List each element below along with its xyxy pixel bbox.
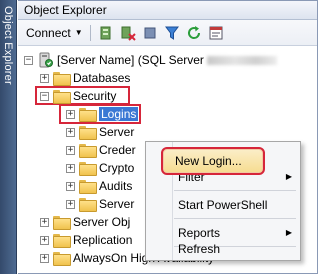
chevron-down-icon: ▼ xyxy=(74,28,83,37)
menu-separator xyxy=(174,190,296,191)
server-icon xyxy=(37,52,53,68)
redacted-version-text xyxy=(206,55,277,65)
chevron-right-icon: ▶ xyxy=(285,228,292,237)
crypto-label: Crypto xyxy=(99,161,135,175)
replication-label: Replication xyxy=(73,233,133,247)
tree-node-replication[interactable]: + Replication xyxy=(40,232,132,248)
refresh-icon[interactable] xyxy=(186,25,202,41)
folder-icon xyxy=(79,180,97,194)
side-tab-label: Object Explorer xyxy=(2,6,14,85)
connect-label: Connect xyxy=(26,25,71,40)
folder-icon xyxy=(79,108,97,122)
filter-icon[interactable] xyxy=(164,25,180,41)
server-objects-label: Server Obj xyxy=(73,215,131,229)
tree-node-security[interactable]: − Security xyxy=(40,88,116,104)
toolbar-separator xyxy=(89,24,91,41)
expand-icon[interactable]: + xyxy=(66,181,75,191)
tree-node-server-audit[interactable]: + Server xyxy=(66,196,134,212)
object-explorer-toolbar: Connect ▼ xyxy=(18,20,317,46)
server-audit-label: Server xyxy=(99,197,135,211)
audits-label: Audits xyxy=(99,179,133,193)
tree-node-logins[interactable]: + Logins xyxy=(66,106,139,122)
expand-icon[interactable]: + xyxy=(66,199,75,209)
databases-label: Databases xyxy=(73,71,131,85)
server-roles-label: Server xyxy=(99,125,135,139)
folder-icon xyxy=(53,90,71,104)
folder-icon xyxy=(53,234,71,248)
menu-separator xyxy=(174,218,296,219)
folder-icon xyxy=(79,144,97,158)
security-label: Security xyxy=(73,89,117,103)
stop-icon[interactable] xyxy=(142,25,158,41)
new-login-label: New Login... xyxy=(175,154,242,168)
menu-item-refresh[interactable]: Refresh xyxy=(178,240,220,258)
expand-icon[interactable]: + xyxy=(40,253,49,263)
menu-item-new-login[interactable]: New Login... xyxy=(161,147,265,175)
collapse-icon[interactable]: − xyxy=(24,55,33,65)
folder-icon xyxy=(53,72,71,86)
folder-icon xyxy=(79,126,97,140)
folder-icon xyxy=(79,162,97,176)
expand-icon[interactable]: + xyxy=(66,109,75,119)
expand-icon[interactable]: + xyxy=(40,73,49,83)
tree-node-audits[interactable]: + Audits xyxy=(66,178,132,194)
tree-node-credentials[interactable]: + Creder xyxy=(66,142,136,158)
expand-icon[interactable]: + xyxy=(66,127,75,137)
tree-node-server-roles[interactable]: + Server xyxy=(66,124,134,140)
start-powershell-label: Start PowerShell xyxy=(178,198,268,212)
expand-icon[interactable]: + xyxy=(40,235,49,245)
tree-node-server-objects[interactable]: + Server Obj xyxy=(40,214,130,230)
connect-button[interactable]: Connect ▼ xyxy=(26,26,83,40)
tree-node-crypto[interactable]: + Crypto xyxy=(66,160,134,176)
refresh-label: Refresh xyxy=(178,242,221,256)
tree-node-databases[interactable]: + Databases xyxy=(40,70,130,86)
disconnect-icon[interactable] xyxy=(120,25,136,41)
server-label: [Server Name] (SQL Server xyxy=(57,53,204,67)
connect-server-icon[interactable] xyxy=(98,25,114,41)
expand-icon[interactable]: + xyxy=(66,163,75,173)
expand-icon[interactable]: + xyxy=(40,217,49,227)
summary-icon[interactable] xyxy=(208,25,224,41)
logins-label: Logins xyxy=(99,107,139,121)
folder-icon xyxy=(53,252,71,266)
panel-title: Object Explorer xyxy=(18,1,317,20)
folder-icon xyxy=(53,216,71,230)
object-explorer-side-tab[interactable]: Object Explorer xyxy=(0,0,17,274)
reports-label: Reports xyxy=(178,226,221,240)
expand-icon[interactable]: + xyxy=(66,145,75,155)
tree-node-server[interactable]: − [Server Name] (SQL Server xyxy=(24,52,277,68)
chevron-right-icon: ▶ xyxy=(285,172,292,181)
folder-icon xyxy=(79,198,97,212)
menu-item-start-powershell[interactable]: Start PowerShell xyxy=(178,196,267,214)
credentials-label: Creder xyxy=(99,143,136,157)
collapse-icon[interactable]: − xyxy=(40,91,49,101)
